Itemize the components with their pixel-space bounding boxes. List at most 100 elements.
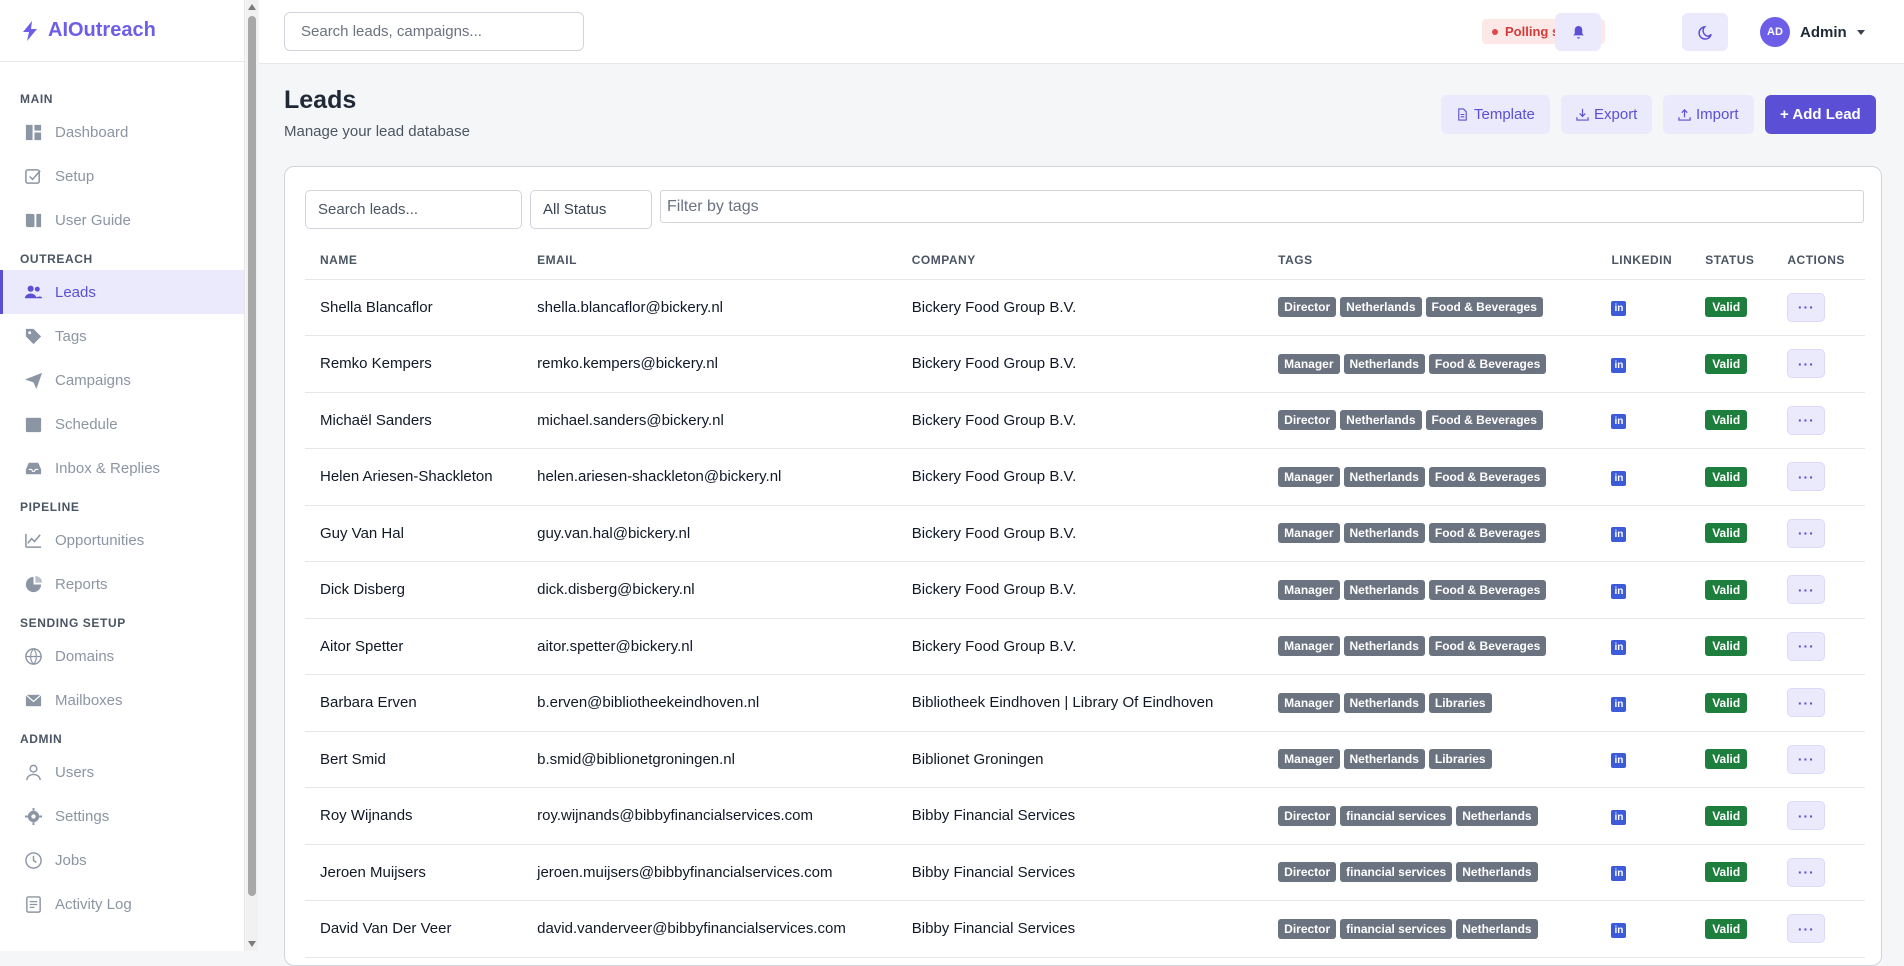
import-button[interactable]: Import: [1663, 95, 1754, 134]
tag-badge[interactable]: Netherlands: [1344, 467, 1425, 487]
scroll-up-arrow[interactable]: [248, 4, 256, 10]
tag-badge[interactable]: financial services: [1340, 919, 1452, 939]
tag-badge[interactable]: Food & Beverages: [1429, 467, 1546, 487]
column-header-tags[interactable]: TAGS: [1263, 241, 1596, 279]
row-actions-button[interactable]: ···: [1787, 575, 1825, 604]
row-actions-button[interactable]: ···: [1787, 632, 1825, 661]
sidebar-item-tags[interactable]: Tags: [0, 314, 244, 358]
tag-badge[interactable]: Director: [1278, 806, 1336, 826]
lead-search-input[interactable]: [305, 190, 522, 229]
linkedin-icon[interactable]: in: [1611, 527, 1626, 542]
tag-badge[interactable]: Manager: [1278, 523, 1339, 543]
tag-badge[interactable]: Director: [1278, 919, 1336, 939]
tag-badge[interactable]: Director: [1278, 297, 1336, 317]
sidebar-item-leads[interactable]: Leads: [0, 270, 244, 314]
sidebar-item-dashboard[interactable]: Dashboard: [0, 110, 244, 154]
tag-badge[interactable]: Manager: [1278, 749, 1339, 769]
sidebar-item-inbox-replies[interactable]: Inbox & Replies: [0, 446, 244, 490]
tag-badge[interactable]: Food & Beverages: [1429, 523, 1546, 543]
sidebar-item-campaigns[interactable]: Campaigns: [0, 358, 244, 402]
table-row[interactable]: Dick Disbergdick.disberg@bickery.nlBicke…: [305, 562, 1865, 619]
tag-badge[interactable]: Netherlands: [1340, 410, 1421, 430]
table-row[interactable]: Aitor Spetteraitor.spetter@bickery.nlBic…: [305, 618, 1865, 675]
tag-badge[interactable]: Libraries: [1429, 749, 1492, 769]
tag-badge[interactable]: Netherlands: [1456, 862, 1537, 882]
sidebar-item-activity-log[interactable]: Activity Log: [0, 882, 244, 926]
column-header-actions[interactable]: ACTIONS: [1772, 241, 1865, 279]
row-actions-button[interactable]: ···: [1787, 462, 1825, 491]
tag-badge[interactable]: financial services: [1340, 806, 1452, 826]
linkedin-icon[interactable]: in: [1611, 301, 1626, 316]
tag-badge[interactable]: Director: [1278, 862, 1336, 882]
table-row[interactable]: Helen Ariesen-Shackletonhelen.ariesen-sh…: [305, 449, 1865, 506]
row-actions-button[interactable]: ···: [1787, 801, 1825, 830]
table-row[interactable]: David Van Der Veerdavid.vanderveer@bibby…: [305, 901, 1865, 958]
row-actions-button[interactable]: ···: [1787, 519, 1825, 548]
row-actions-button[interactable]: ···: [1787, 688, 1825, 717]
brand[interactable]: AIOutreach: [0, 0, 244, 62]
table-row[interactable]: Roy Wijnandsroy.wijnands@bibbyfinancials…: [305, 788, 1865, 845]
sidebar-item-mailboxes[interactable]: Mailboxes: [0, 678, 244, 722]
linkedin-icon[interactable]: in: [1611, 471, 1626, 486]
linkedin-icon[interactable]: in: [1611, 866, 1626, 881]
tag-badge[interactable]: Netherlands: [1344, 636, 1425, 656]
tag-badge[interactable]: Libraries: [1429, 693, 1492, 713]
tag-badge[interactable]: Netherlands: [1456, 806, 1537, 826]
notifications-button[interactable]: [1555, 13, 1601, 51]
global-search-input[interactable]: [284, 12, 584, 51]
tag-badge[interactable]: Manager: [1278, 354, 1339, 374]
row-actions-button[interactable]: ···: [1787, 406, 1825, 435]
tag-badge[interactable]: Food & Beverages: [1426, 410, 1543, 430]
column-header-name[interactable]: NAME: [305, 241, 522, 279]
theme-toggle-button[interactable]: [1682, 13, 1728, 51]
table-row[interactable]: Barbara Ervenb.erven@bibliotheekeindhove…: [305, 675, 1865, 732]
sidebar-item-opportunities[interactable]: Opportunities: [0, 518, 244, 562]
column-header-company[interactable]: COMPANY: [897, 241, 1263, 279]
linkedin-icon[interactable]: in: [1611, 584, 1626, 599]
tag-badge[interactable]: Manager: [1278, 636, 1339, 656]
sidebar-item-jobs[interactable]: Jobs: [0, 838, 244, 882]
table-row[interactable]: Guy Van Halguy.van.hal@bickery.nlBickery…: [305, 505, 1865, 562]
linkedin-icon[interactable]: in: [1611, 414, 1626, 429]
tag-badge[interactable]: Netherlands: [1344, 580, 1425, 600]
tag-badge[interactable]: Netherlands: [1456, 919, 1537, 939]
column-header-email[interactable]: EMAIL: [522, 241, 897, 279]
tag-badge[interactable]: Manager: [1278, 467, 1339, 487]
sidebar-item-settings[interactable]: Settings: [0, 794, 244, 838]
export-button[interactable]: Export: [1561, 95, 1652, 134]
table-row[interactable]: Remko Kempersremko.kempers@bickery.nlBic…: [305, 336, 1865, 393]
table-row[interactable]: Michaël Sandersmichael.sanders@bickery.n…: [305, 392, 1865, 449]
sidebar-scrollbar[interactable]: [246, 0, 258, 951]
tag-badge[interactable]: Netherlands: [1344, 749, 1425, 769]
tag-badge[interactable]: Manager: [1278, 580, 1339, 600]
table-row[interactable]: Bert Smidb.smid@biblionetgroningen.nlBib…: [305, 731, 1865, 788]
scroll-down-arrow[interactable]: [248, 941, 256, 947]
template-button[interactable]: Template: [1441, 95, 1550, 134]
linkedin-icon[interactable]: in: [1611, 697, 1626, 712]
row-actions-button[interactable]: ···: [1787, 914, 1825, 943]
sidebar-item-user-guide[interactable]: User Guide: [0, 198, 244, 242]
tag-badge[interactable]: Netherlands: [1344, 354, 1425, 374]
tag-badge[interactable]: Food & Beverages: [1429, 354, 1546, 374]
tag-badge[interactable]: Manager: [1278, 693, 1339, 713]
column-header-linkedin[interactable]: LINKEDIN: [1596, 241, 1690, 279]
linkedin-icon[interactable]: in: [1611, 640, 1626, 655]
tag-filter-input[interactable]: [660, 190, 1864, 223]
sidebar-item-setup[interactable]: Setup: [0, 154, 244, 198]
table-row[interactable]: Jeroen Muijsersjeroen.muijsers@bibbyfina…: [305, 844, 1865, 901]
sidebar-item-schedule[interactable]: Schedule: [0, 402, 244, 446]
tag-badge[interactable]: Netherlands: [1340, 297, 1421, 317]
tag-badge[interactable]: Netherlands: [1344, 523, 1425, 543]
user-menu[interactable]: AD Admin: [1760, 17, 1865, 47]
linkedin-icon[interactable]: in: [1611, 753, 1626, 768]
row-actions-button[interactable]: ···: [1787, 858, 1825, 887]
sidebar-item-users[interactable]: Users: [0, 750, 244, 794]
tag-badge[interactable]: Food & Beverages: [1426, 297, 1543, 317]
row-actions-button[interactable]: ···: [1787, 745, 1825, 774]
column-header-status[interactable]: STATUS: [1690, 241, 1772, 279]
scroll-thumb[interactable]: [248, 16, 256, 896]
linkedin-icon[interactable]: in: [1611, 810, 1626, 825]
tag-badge[interactable]: Food & Beverages: [1429, 636, 1546, 656]
tag-badge[interactable]: Netherlands: [1344, 693, 1425, 713]
linkedin-icon[interactable]: in: [1611, 358, 1626, 373]
